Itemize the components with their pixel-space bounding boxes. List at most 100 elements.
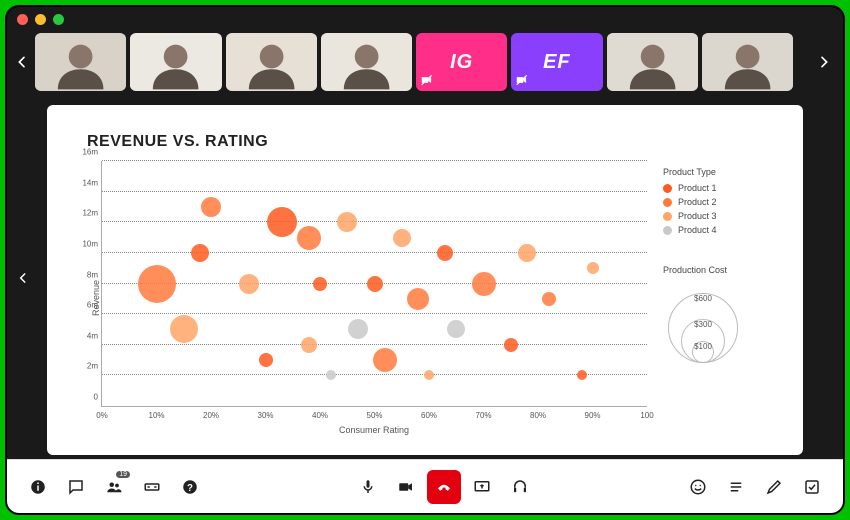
data-bubble xyxy=(301,337,317,353)
participant-video xyxy=(702,33,793,91)
data-bubble xyxy=(437,245,453,261)
poll-button[interactable] xyxy=(795,470,829,504)
grid-line xyxy=(102,344,647,345)
participant-tile[interactable] xyxy=(702,33,793,91)
participant-initials: EF xyxy=(543,51,571,74)
share-screen-button[interactable] xyxy=(465,470,499,504)
stage-prev-button[interactable] xyxy=(11,260,35,296)
info-button[interactable] xyxy=(21,470,55,504)
window-zoom-dot[interactable] xyxy=(53,14,64,25)
y-tick-label: 10m xyxy=(74,239,98,248)
participant-tile[interactable]: IG xyxy=(416,33,507,91)
chat-button[interactable] xyxy=(59,470,93,504)
data-bubble xyxy=(326,370,336,380)
data-bubble xyxy=(259,353,273,367)
bottom-toolbar: 19 ? xyxy=(7,459,843,513)
grid-line xyxy=(102,191,647,192)
participant-tile[interactable] xyxy=(607,33,698,91)
y-tick-label: 12m xyxy=(74,209,98,218)
data-bubble xyxy=(393,229,411,247)
pencil-icon xyxy=(765,478,783,496)
grid-line xyxy=(102,252,647,253)
share-screen-icon xyxy=(473,478,491,496)
muted-camera-icon xyxy=(515,73,529,87)
checkbox-icon xyxy=(803,478,821,496)
legend-item: Product 4 xyxy=(663,225,773,235)
participants-count-badge: 19 xyxy=(116,471,130,478)
presentation-stage: REVENUE VS. RATING Revenue 02m4m6m8m10m1… xyxy=(7,97,843,459)
notes-button[interactable] xyxy=(719,470,753,504)
window-close-dot[interactable] xyxy=(17,14,28,25)
help-button[interactable]: ? xyxy=(173,470,207,504)
muted-camera-icon xyxy=(420,73,434,87)
people-icon xyxy=(105,478,123,496)
chat-icon xyxy=(67,478,85,496)
audio-button[interactable] xyxy=(503,470,537,504)
mic-button[interactable] xyxy=(351,470,385,504)
x-tick-label: 30% xyxy=(257,411,273,420)
data-bubble xyxy=(542,292,556,306)
y-tick-label: 14m xyxy=(74,178,98,187)
data-bubble xyxy=(138,265,176,303)
y-tick-label: 4m xyxy=(74,331,98,340)
size-legend-label: $600 xyxy=(694,294,712,303)
participant-tile[interactable] xyxy=(35,33,126,91)
chart-area: REVENUE VS. RATING Revenue 02m4m6m8m10m1… xyxy=(87,133,647,435)
shared-slide: REVENUE VS. RATING Revenue 02m4m6m8m10m1… xyxy=(47,105,803,455)
grid-line xyxy=(102,374,647,375)
data-bubble xyxy=(239,274,259,294)
legend-label: Product 4 xyxy=(678,225,717,235)
grid-line xyxy=(102,160,647,161)
list-icon xyxy=(727,478,745,496)
data-bubble xyxy=(191,244,209,262)
participant-tile[interactable] xyxy=(226,33,317,91)
legend-swatch xyxy=(663,226,672,235)
x-tick-label: 80% xyxy=(530,411,546,420)
data-bubble xyxy=(367,276,383,292)
y-tick-label: 2m xyxy=(74,362,98,371)
legend-swatch xyxy=(663,198,672,207)
data-bubble xyxy=(313,277,327,291)
legend-swatch xyxy=(663,212,672,221)
info-icon xyxy=(29,478,47,496)
y-tick-label: 16m xyxy=(74,148,98,157)
participant-video xyxy=(130,33,221,91)
participant-video xyxy=(226,33,317,91)
reactions-button[interactable] xyxy=(681,470,715,504)
chevron-right-icon xyxy=(816,54,832,70)
grid-line xyxy=(102,221,647,222)
layout-button[interactable] xyxy=(135,470,169,504)
data-bubble xyxy=(587,262,599,274)
data-bubble xyxy=(337,212,357,232)
x-tick-label: 100 xyxy=(640,411,653,420)
chevron-left-icon xyxy=(14,54,30,70)
data-bubble xyxy=(348,319,368,339)
data-bubble xyxy=(424,370,434,380)
window-minimize-dot[interactable] xyxy=(35,14,46,25)
legend-label: Product 1 xyxy=(678,183,717,193)
size-legend-title: Production Cost xyxy=(663,265,773,275)
participants-next-button[interactable] xyxy=(811,33,837,91)
x-tick-label: 20% xyxy=(203,411,219,420)
y-tick-label: 8m xyxy=(74,270,98,279)
hangup-button[interactable] xyxy=(427,470,461,504)
participants-button[interactable]: 19 xyxy=(97,470,131,504)
data-bubble xyxy=(447,320,465,338)
x-tick-label: 90% xyxy=(584,411,600,420)
annotate-button[interactable] xyxy=(757,470,791,504)
participant-tile[interactable]: EF xyxy=(511,33,602,91)
participant-tile[interactable] xyxy=(321,33,412,91)
data-bubble xyxy=(373,348,397,372)
participants-prev-button[interactable] xyxy=(9,33,35,91)
participant-tile[interactable] xyxy=(130,33,221,91)
smile-icon xyxy=(689,478,707,496)
size-legend-label: $100 xyxy=(694,342,712,351)
participant-video xyxy=(35,33,126,91)
bubble-plot: 02m4m6m8m10m12m14m16m0%10%20%30%40%50%60… xyxy=(101,161,647,407)
camera-icon xyxy=(397,478,415,496)
x-tick-label: 60% xyxy=(421,411,437,420)
size-legend: Production Cost $600$300$100 xyxy=(663,265,773,363)
data-bubble xyxy=(472,272,496,296)
camera-button[interactable] xyxy=(389,470,423,504)
x-tick-label: 50% xyxy=(366,411,382,420)
